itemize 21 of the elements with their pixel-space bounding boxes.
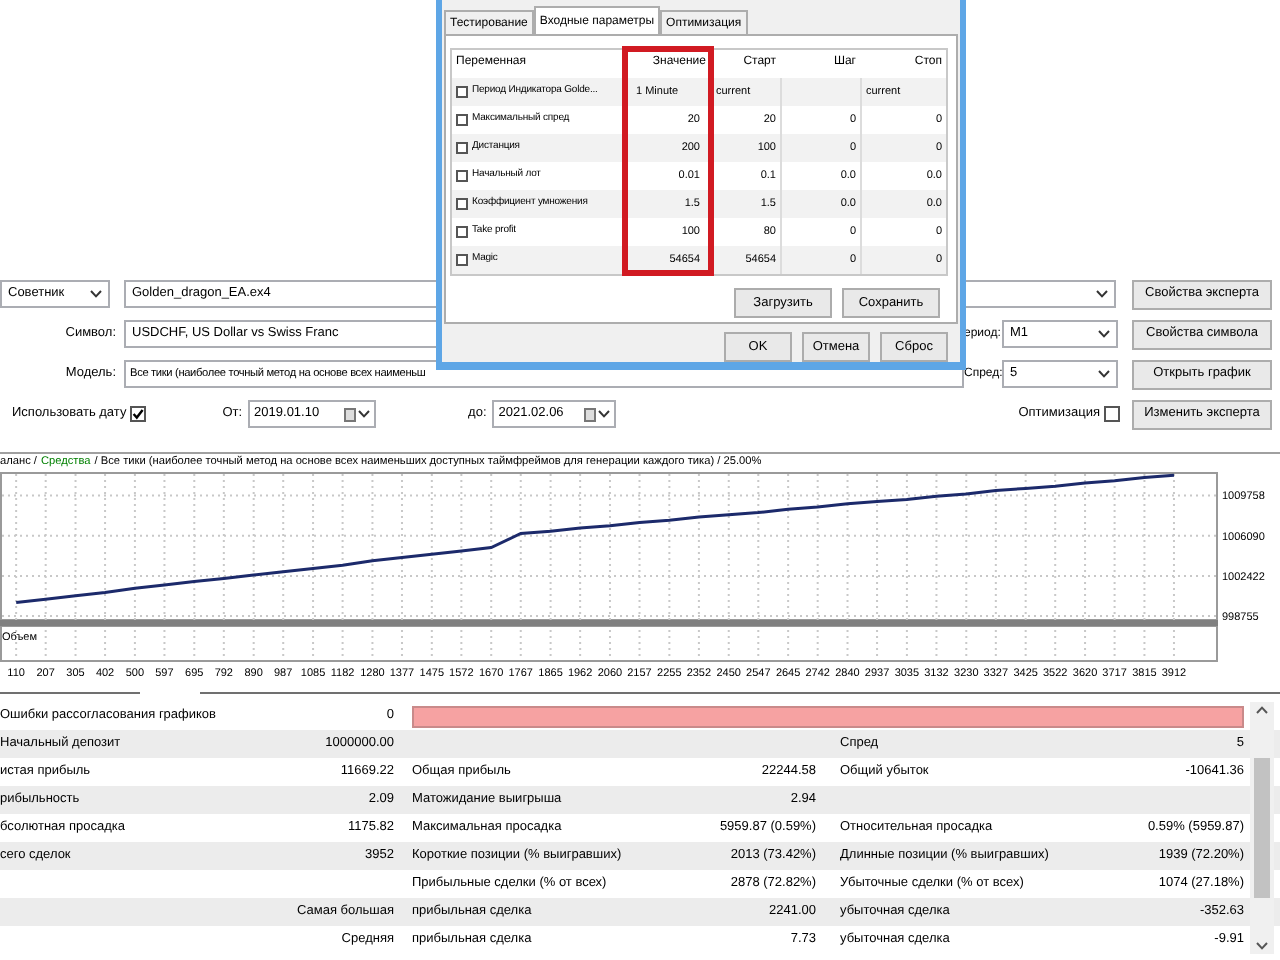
scroll-up-icon[interactable] (1256, 706, 1268, 714)
checkbox[interactable] (1104, 406, 1120, 422)
caret-icon (1096, 290, 1108, 298)
checkbox[interactable] (456, 85, 468, 98)
checkbox[interactable] (456, 197, 468, 210)
checkbox[interactable] (456, 253, 468, 266)
checkbox[interactable] (456, 113, 468, 126)
scrollbar-thumb[interactable] (1254, 758, 1270, 898)
scrollbar[interactable] (1250, 702, 1274, 954)
checkbox[interactable] (456, 169, 468, 182)
caret-icon (1098, 330, 1110, 338)
checkbox[interactable] (456, 141, 468, 154)
caret-icon (90, 290, 102, 298)
calendar-icon[interactable] (584, 407, 597, 421)
caret-icon (1098, 370, 1110, 378)
calendar-icon[interactable] (344, 407, 357, 421)
checkbox[interactable] (130, 406, 147, 422)
checkbox[interactable] (456, 225, 468, 238)
caret-icon (358, 410, 371, 418)
scroll-down-icon[interactable] (1256, 942, 1268, 950)
caret-icon (598, 410, 611, 418)
